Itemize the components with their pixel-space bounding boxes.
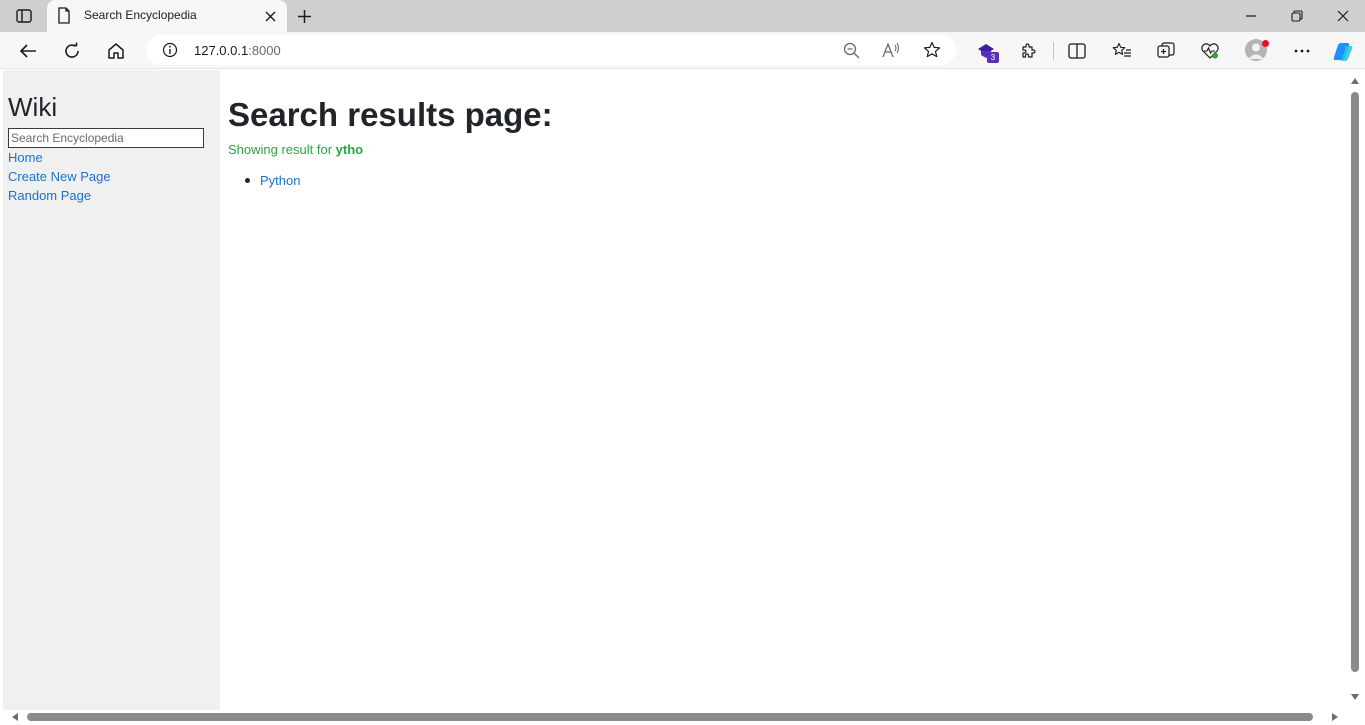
horizontal-scroll-thumb[interactable] xyxy=(27,713,1313,721)
toolbar-divider xyxy=(1053,42,1054,60)
back-icon[interactable] xyxy=(17,40,39,62)
search-input[interactable] xyxy=(8,128,204,148)
browser-essentials-icon[interactable] xyxy=(1199,40,1221,62)
plus-icon[interactable] xyxy=(294,6,314,26)
address-bar[interactable]: 127.0.0.1:8000 xyxy=(146,35,956,65)
info-icon[interactable] xyxy=(162,42,178,63)
copilot-icon[interactable] xyxy=(1332,40,1354,62)
collections-icon[interactable] xyxy=(1155,40,1177,62)
extension-badge-icon[interactable]: 3 xyxy=(975,40,999,63)
close-icon[interactable] xyxy=(262,8,278,24)
horizontal-scrollbar[interactable] xyxy=(0,710,1365,725)
refresh-icon[interactable] xyxy=(61,40,83,62)
favorites-icon[interactable] xyxy=(1111,40,1133,62)
scroll-right-arrow-icon[interactable] xyxy=(1332,713,1338,721)
sidebar-link-create-new-page[interactable]: Create New Page xyxy=(8,169,111,184)
wiki-title: Wiki xyxy=(8,92,58,122)
puzzle-icon[interactable] xyxy=(1018,40,1040,62)
main-content: Search results page: Showing result for … xyxy=(228,70,1328,710)
scroll-down-arrow-icon[interactable] xyxy=(1351,694,1359,700)
sidebar: Wiki Home Create New Page Random Page xyxy=(3,70,220,710)
window-close-icon[interactable] xyxy=(1333,6,1353,26)
page-icon xyxy=(57,7,71,29)
restore-icon[interactable] xyxy=(1287,6,1307,26)
result-list: Python xyxy=(228,173,300,188)
read-aloud-icon[interactable] xyxy=(882,41,900,59)
bullet xyxy=(245,178,250,183)
browser-toolbar: 127.0.0.1:8000 3 xyxy=(0,32,1365,69)
result-summary: Showing result for ytho xyxy=(228,142,363,157)
split-screen-icon[interactable] xyxy=(1066,40,1088,62)
url-text[interactable]: 127.0.0.1:8000 xyxy=(194,43,281,58)
result-link[interactable]: Python xyxy=(260,173,300,188)
page-title: Search results page: xyxy=(228,96,553,133)
vertical-scroll-thumb[interactable] xyxy=(1351,92,1359,672)
tab-title: Search Encyclopedia xyxy=(84,8,197,22)
scroll-left-arrow-icon[interactable] xyxy=(12,713,18,721)
page-viewport: Wiki Home Create New Page Random Page Se… xyxy=(0,70,1349,710)
home-icon[interactable] xyxy=(105,40,127,62)
favorite-star-icon[interactable] xyxy=(923,41,941,59)
scroll-up-arrow-icon[interactable] xyxy=(1351,78,1359,84)
sidebar-link-home[interactable]: Home xyxy=(8,150,43,165)
more-icon[interactable] xyxy=(1291,40,1313,62)
search-query: ytho xyxy=(335,142,364,157)
notification-dot xyxy=(1262,40,1269,47)
extension-badge-count: 3 xyxy=(987,52,999,63)
zoom-out-icon[interactable] xyxy=(842,41,860,59)
sidebar-link-random-page[interactable]: Random Page xyxy=(8,188,91,203)
tab-active[interactable]: Search Encyclopedia xyxy=(47,0,287,32)
vertical-scrollbar[interactable] xyxy=(1349,70,1365,710)
tab-strip: Search Encyclopedia xyxy=(0,0,1365,32)
sidebar-toggle-icon[interactable] xyxy=(12,6,36,26)
result-prefix: Showing result for xyxy=(228,142,336,157)
list-item: Python xyxy=(228,173,300,188)
minimize-icon[interactable] xyxy=(1241,6,1261,26)
